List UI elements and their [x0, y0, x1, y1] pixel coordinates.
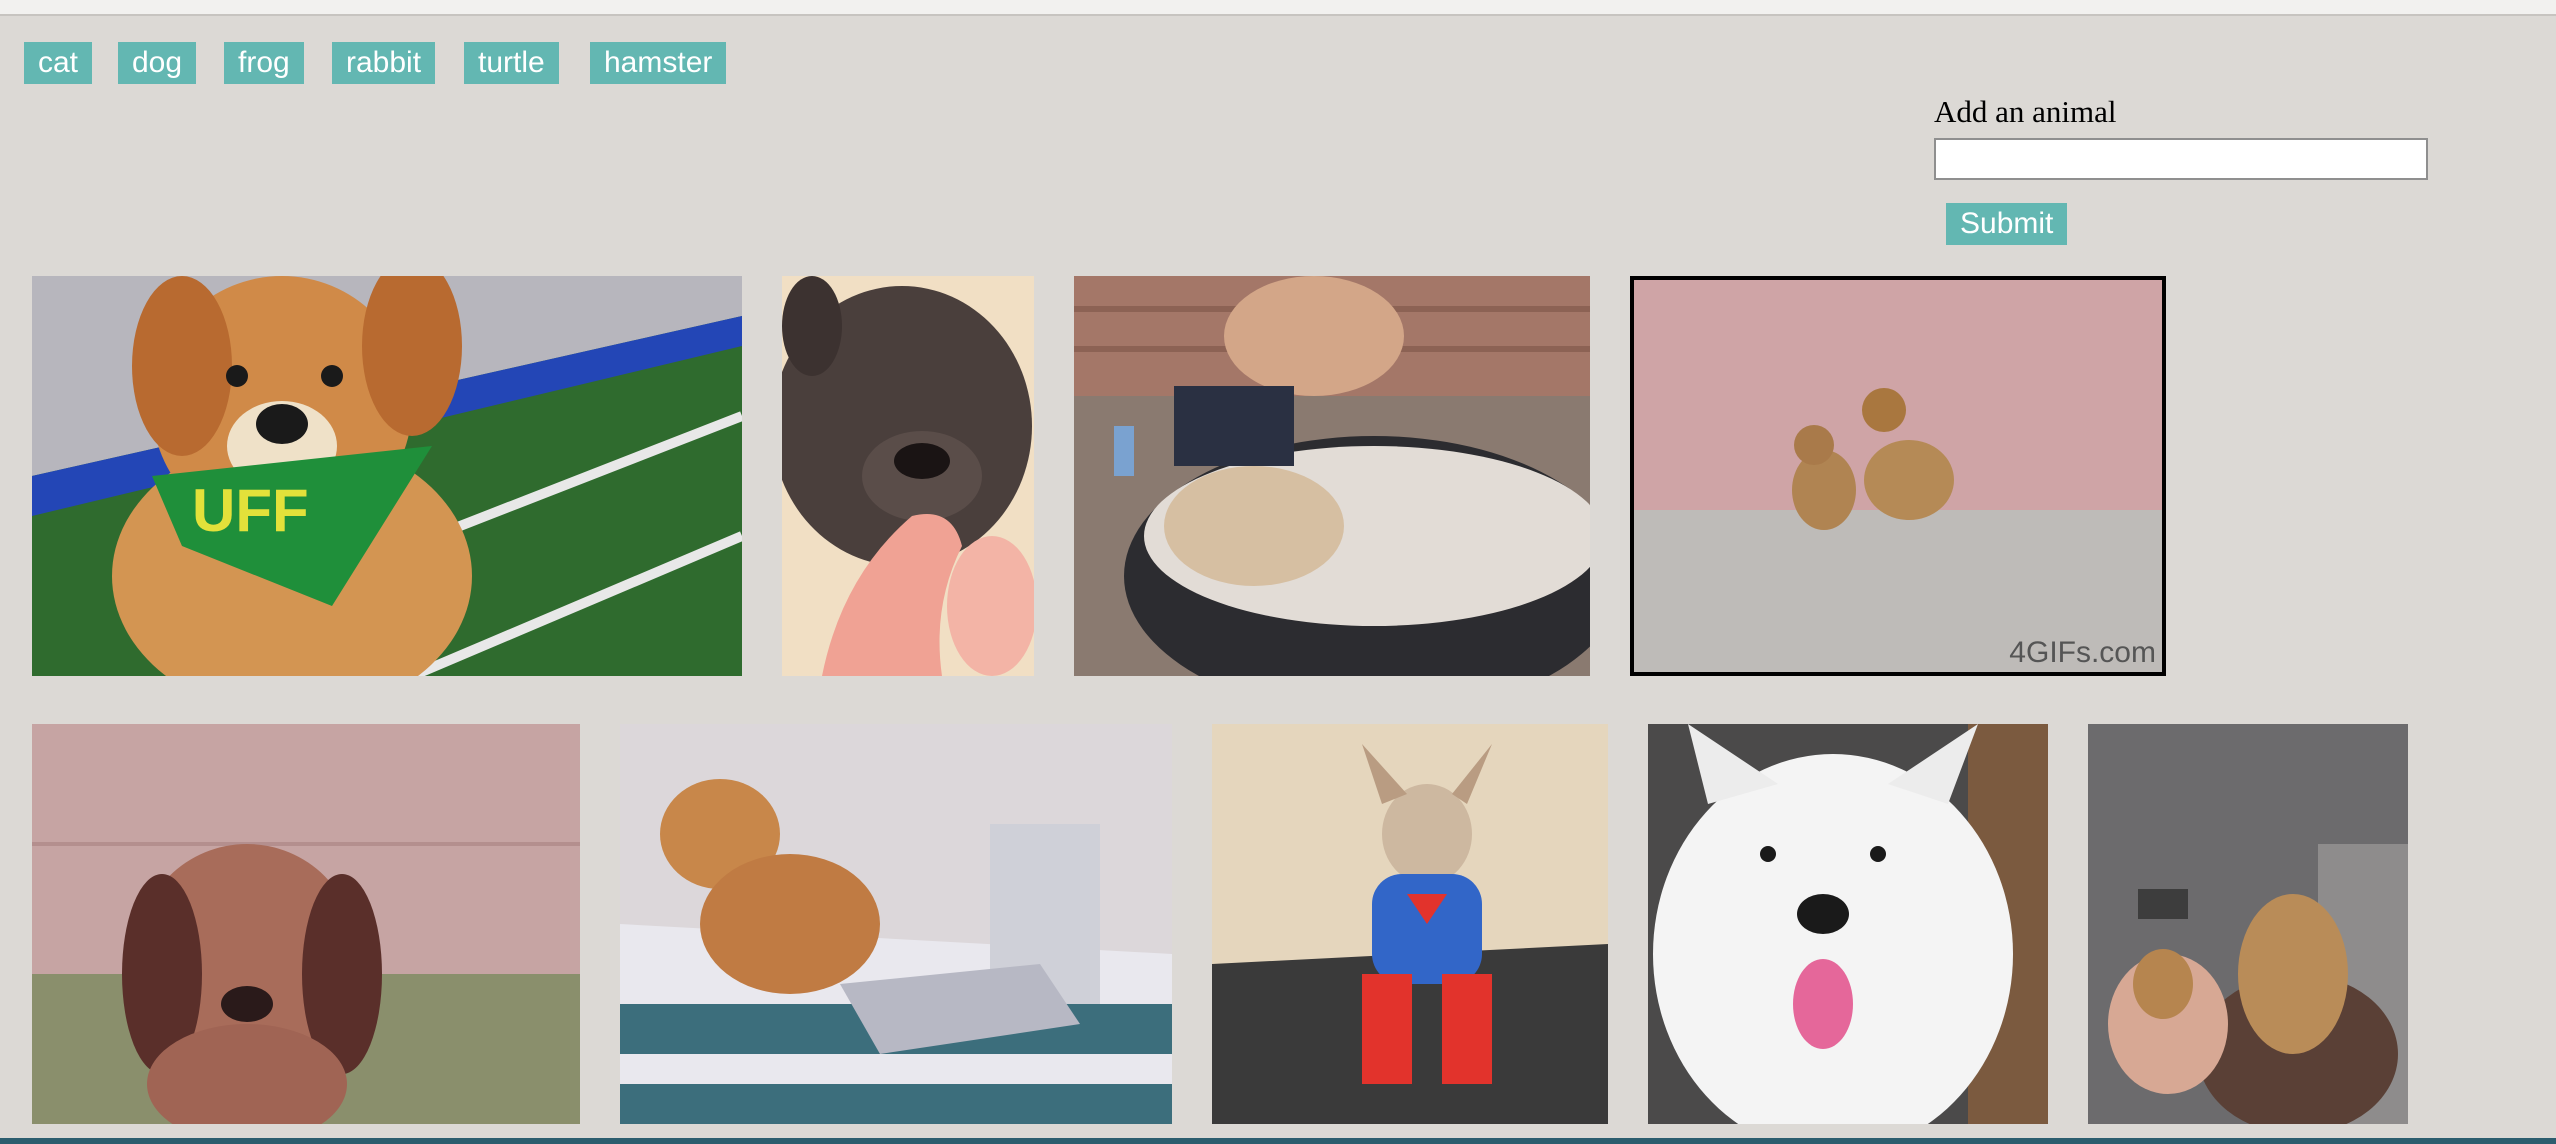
puppy-illustration: UFF — [32, 276, 742, 676]
dog-gif-samoyed[interactable] — [1648, 724, 2048, 1124]
dog-gif-bath-tub[interactable] — [1074, 276, 1590, 676]
animal-button-hamster[interactable]: hamster — [590, 42, 727, 84]
samoyed-illustration — [1648, 724, 2048, 1124]
bath-illustration — [1074, 276, 1590, 676]
svg-text:UFF: UFF — [192, 477, 309, 544]
dog-gif-dachshund[interactable] — [32, 724, 580, 1124]
add-animal-label: Add an animal — [1934, 94, 2117, 129]
browser-top-edge — [0, 0, 2556, 16]
dog-gif-chihuahuas[interactable]: 4GIFs.com — [1630, 276, 2166, 676]
watermark-4gifs: 4GIFs.com — [2009, 636, 2156, 669]
submit-button[interactable]: Submit — [1946, 203, 2068, 245]
animal-button-dog[interactable]: dog — [118, 42, 197, 84]
animal-button-cat[interactable]: cat — [24, 42, 93, 84]
window-bottom-edge — [0, 1138, 2556, 1144]
animal-input[interactable] — [1934, 138, 2428, 180]
animal-button-turtle[interactable]: turtle — [464, 42, 559, 84]
dog-gif-bandana-puppy[interactable]: UFF — [32, 276, 742, 676]
dog-gif-couch-dog[interactable] — [2088, 724, 2408, 1124]
dachshund-illustration — [32, 724, 580, 1124]
shiba-illustration — [620, 724, 1172, 1124]
dog-gif-superman-chihuahua[interactable] — [1212, 724, 1608, 1124]
dog-gif-pitbull-finger[interactable] — [782, 276, 1034, 676]
couch-dog-illustration — [2088, 724, 2408, 1124]
dog-gif-shiba-laptop[interactable] — [620, 724, 1172, 1124]
animal-button-rabbit[interactable]: rabbit — [332, 42, 436, 84]
chihuahuas-illustration — [1634, 280, 2162, 672]
superman-chihuahua-illustration — [1212, 724, 1608, 1124]
pitbull-illustration — [782, 276, 1034, 676]
animal-button-frog[interactable]: frog — [224, 42, 304, 84]
